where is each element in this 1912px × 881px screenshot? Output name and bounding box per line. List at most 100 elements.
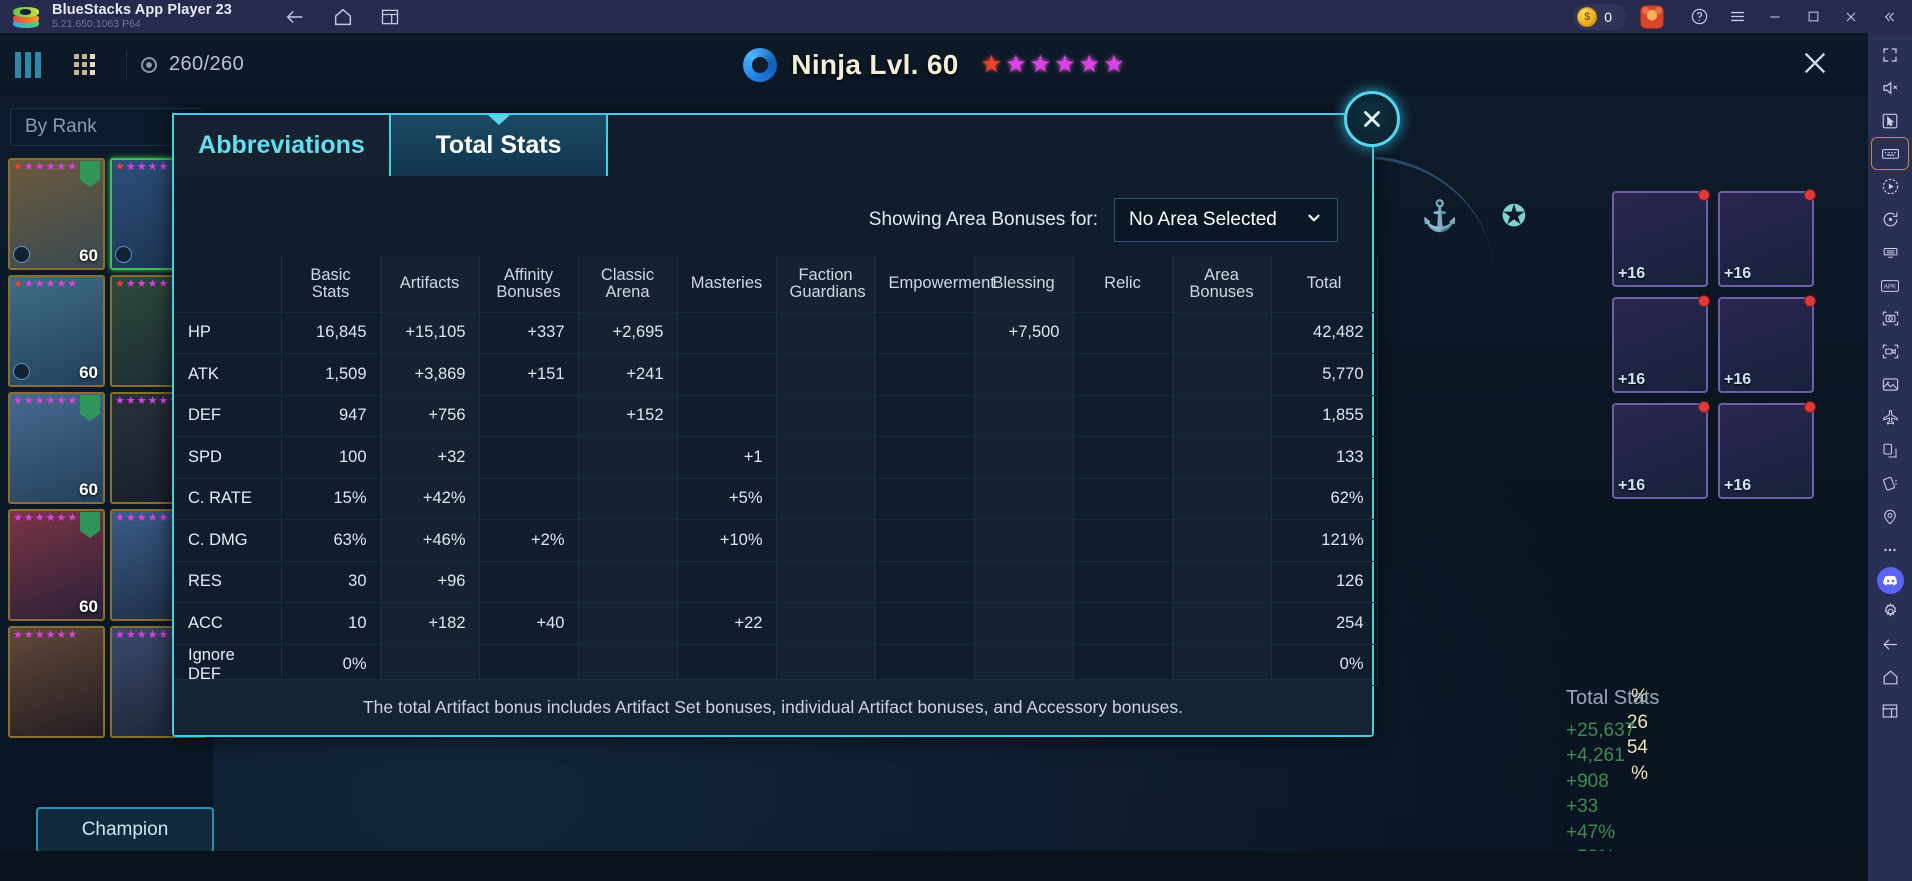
close-window-button[interactable] [1832,0,1870,33]
bluestacks-nav [284,6,400,28]
champion-button[interactable]: Champion [36,807,214,853]
eco-mode-icon[interactable] [1872,237,1908,268]
cell-masteries [677,395,777,437]
cell-stat: ACC [175,602,282,644]
champion-stars: ★★★★★★ [115,512,179,524]
macro-recorder-icon[interactable] [1872,171,1908,202]
cell-artifacts: +42% [380,478,480,520]
cell-total: 62% [1271,478,1378,520]
chevron-down-icon [1305,209,1323,231]
gear-level: +16 [1618,477,1646,494]
table-row: SPD 100 +32 +1 133 [175,436,1378,478]
cell-basic: 10 [281,602,381,644]
home-icon[interactable] [332,6,354,28]
sidebar-home-icon[interactable] [1872,662,1908,693]
location-icon[interactable] [1872,501,1908,532]
champion-card[interactable]: ★★★★★★ [8,626,105,738]
collapse-sidebar-icon[interactable] [1870,0,1908,33]
bg-bonus-value: +908 [1566,770,1609,792]
cell-empowerment [875,561,975,603]
fullscreen-icon[interactable] [1872,39,1908,70]
list-view-icon[interactable] [0,51,56,78]
cell-empowerment [875,519,975,561]
bluestacks-sidebar: APK [1868,33,1912,881]
gear-slot[interactable]: +16 [1718,189,1816,287]
user-avatar[interactable] [1640,4,1664,29]
cell-faction-guardians [776,312,876,354]
bluestacks-logo-icon [10,4,44,30]
multi-instance-icon[interactable] [380,7,400,27]
col-empowerment: Empowerment [875,256,995,312]
keyboard-controls-icon[interactable] [1871,137,1909,170]
cell-masteries [677,353,777,395]
cell-stat: DEF [175,395,282,437]
cell-empowerment [875,478,975,520]
gear-slot[interactable]: +16 [1718,295,1816,393]
table-body: HP 16,845 +15,105 +337 +2,695 +7,500 42,… [175,312,1378,686]
champion-stars: ★★★★★★ [115,629,179,641]
shake-icon[interactable] [1872,468,1908,499]
champion-stars: ★★★★★★ [13,278,78,290]
champion-card[interactable]: ★ ★ ★ ★ ★ ★ 60 [8,275,105,387]
champion-stars: ★★★★★★ [13,629,78,641]
table-header: Basic Stats Artifacts Affinity Bonuses C… [175,256,1378,312]
cell-affinity [479,395,579,437]
dialog-footnote: The total Artifact bonus includes Artifa… [174,679,1372,735]
cell-faction-guardians [776,602,876,644]
screenshot-icon[interactable] [1872,303,1908,334]
coin-balance[interactable]: $ 0 [1573,3,1626,30]
cursor-controls-icon[interactable] [1872,105,1908,136]
maximize-button[interactable] [1794,0,1832,33]
gear-slot[interactable]: +16 [1612,189,1710,287]
screen-record-icon[interactable] [1872,336,1908,367]
affinity-icon [115,246,132,263]
anchor-icon[interactable]: ⚓ [1416,192,1464,240]
sync-icon[interactable] [1872,204,1908,235]
col-masteries: Masteries [677,256,777,312]
mute-icon[interactable] [1872,72,1908,103]
gear-slot[interactable]: +16 [1718,401,1816,499]
settings-gear-icon[interactable] [1872,596,1908,627]
sidebar-recents-icon[interactable] [1872,695,1908,726]
tab-abbreviations[interactable]: Abbreviations [172,113,391,176]
cell-blessing [974,395,1074,437]
sidebar-back-icon[interactable] [1872,629,1908,660]
area-select-dropdown[interactable]: No Area Selected [1114,198,1338,242]
cell-area-bonuses [1172,312,1272,354]
cell-relic [1073,436,1173,478]
apk-install-icon[interactable]: APK [1872,270,1908,301]
gear-panel: ⚓ ✪ +16 +16 +16 +16 +16 +16 % 26 54 % To… [1234,96,1824,881]
table-header-row: Basic Stats Artifacts Affinity Bonuses C… [175,256,1378,312]
notification-dot [1804,295,1816,307]
champion-level: 60 [79,363,98,382]
hamburger-menu-icon[interactable] [1718,0,1756,33]
minimize-button[interactable] [1756,0,1794,33]
gem-upgrade-icon[interactable]: ✪ [1490,192,1538,240]
cell-basic: 30 [281,561,381,603]
tab-total-stats-label: Total Stats [435,131,562,159]
game-close-icon[interactable] [1798,47,1832,81]
cell-faction-guardians [776,436,876,478]
cell-relic [1073,478,1173,520]
back-arrow-icon[interactable] [284,6,306,28]
media-manager-icon[interactable] [1872,369,1908,400]
table-row: C. RATE 15% +42% +5% 62% [175,478,1378,520]
champion-card[interactable]: ★ ★ ★ ★ ★ ★ 60 [8,392,105,504]
tab-total-stats[interactable]: Total Stats [389,113,608,176]
cell-artifacts: +32 [380,436,480,478]
app-version: 5.21.650.1063 P64 [52,18,141,31]
dialog-close-button[interactable] [1344,91,1400,147]
gear-slot[interactable]: +16 [1612,295,1710,393]
discord-icon[interactable] [1876,567,1904,594]
airplane-mode-icon[interactable] [1872,402,1908,433]
bg-bonus-value: +33 [1566,796,1599,817]
help-icon[interactable] [1680,0,1718,33]
champion-card[interactable]: ★ ★ ★ ★ ★ ★ 60 [8,509,105,621]
champion-card[interactable]: ★ ★ ★ ★ ★ ★ 60 [8,158,105,270]
cell-relic [1073,561,1173,603]
grid-view-icon[interactable] [56,54,112,75]
table-row: DEF 947 +756 +152 1,855 [175,395,1378,437]
copy-to-instance-icon[interactable] [1872,435,1908,466]
more-options-icon[interactable] [1872,534,1908,565]
gear-slot[interactable]: +16 [1612,401,1710,499]
